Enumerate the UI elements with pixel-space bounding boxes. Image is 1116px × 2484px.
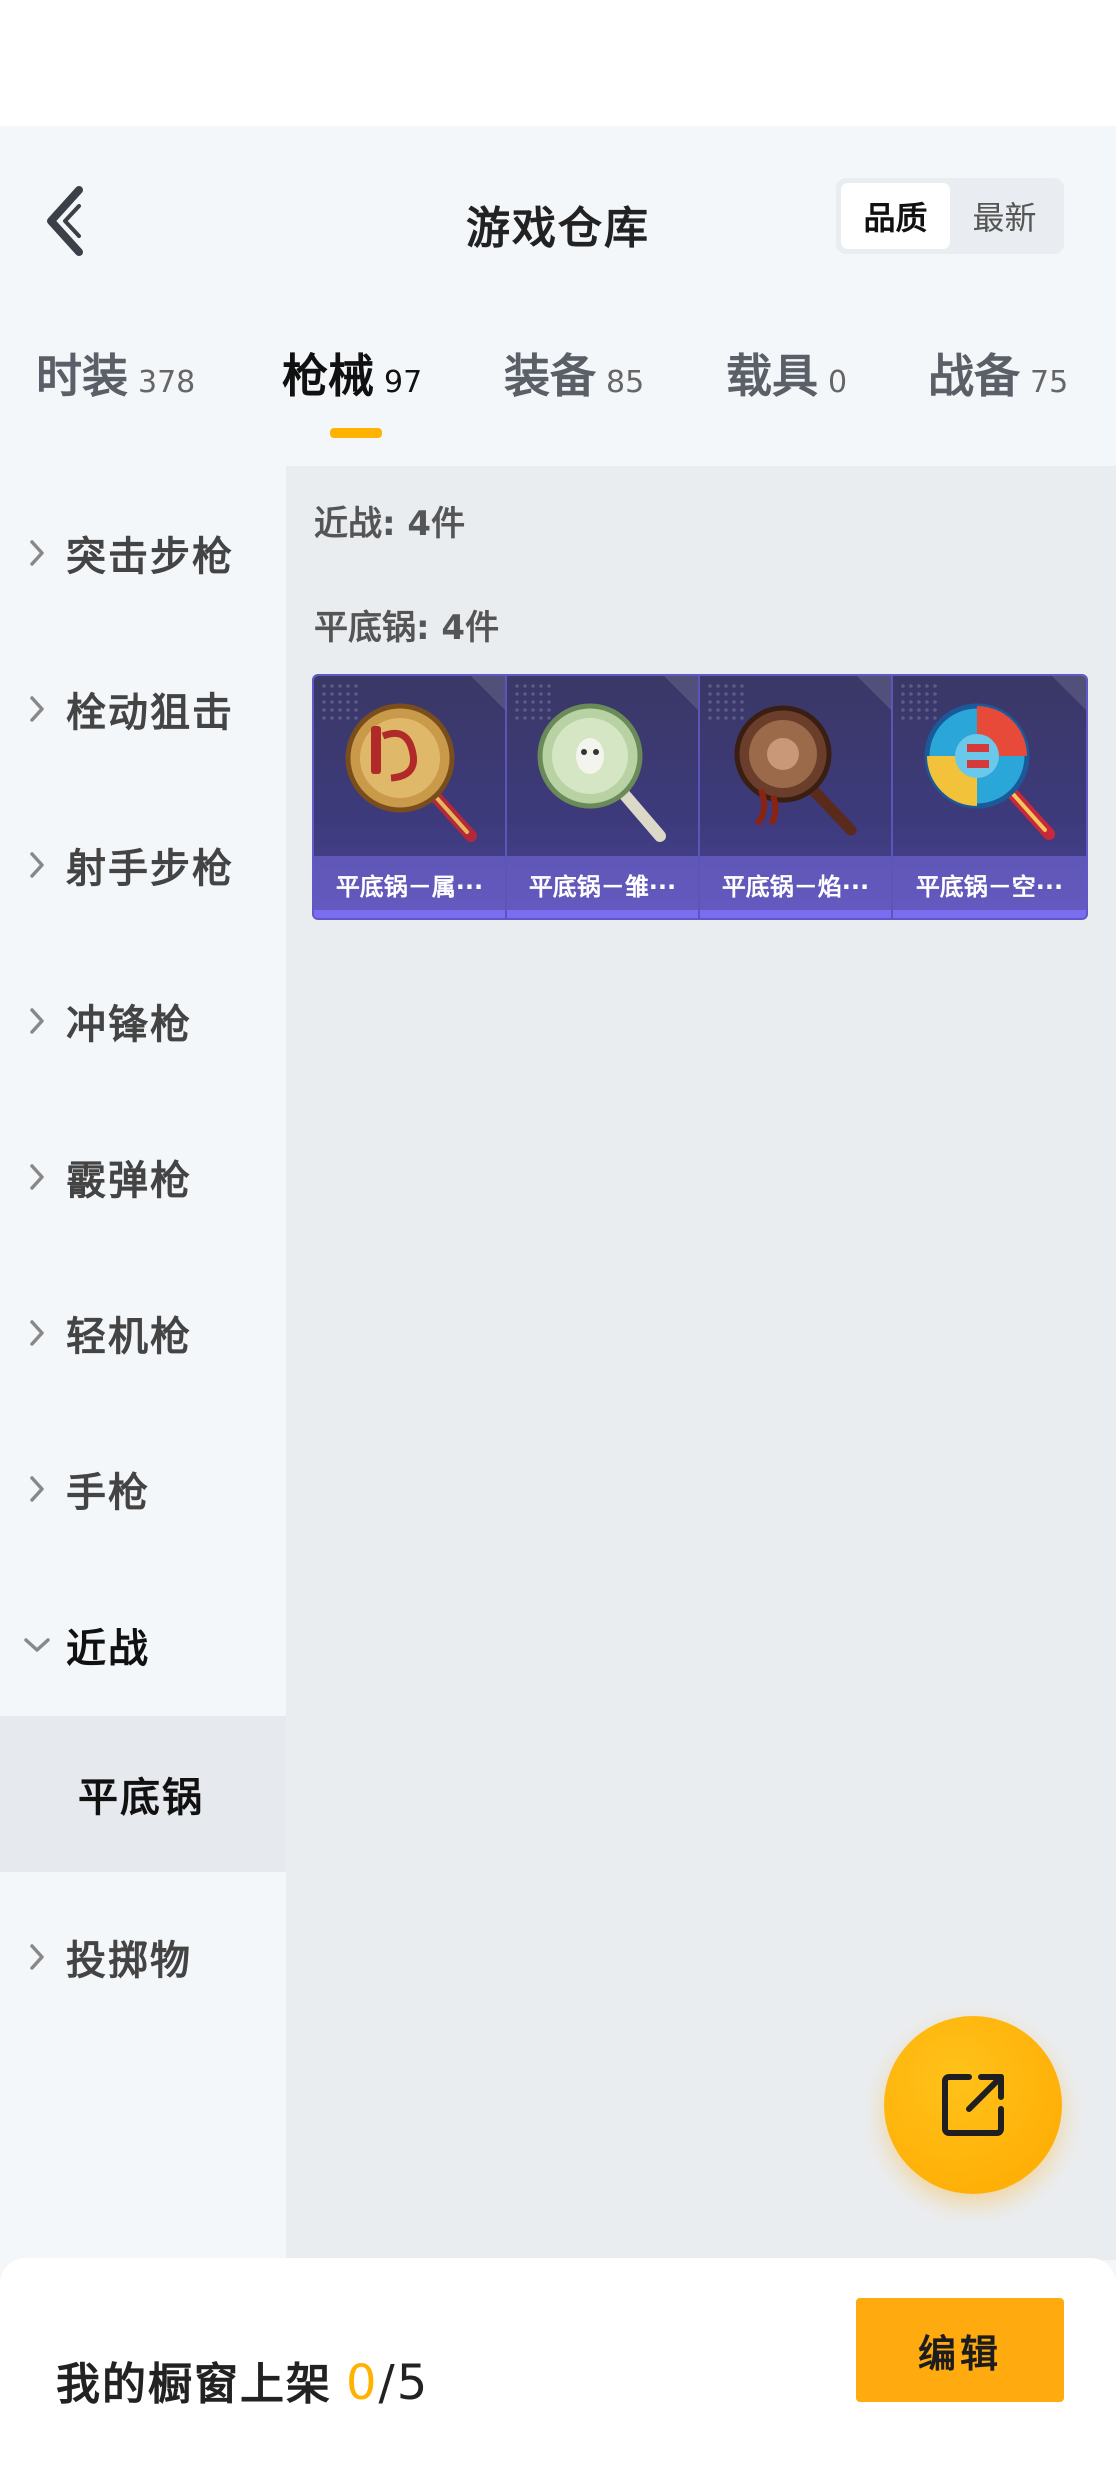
external-link-icon — [942, 2074, 1004, 2136]
pan-blue-icon — [893, 686, 1086, 856]
sidebar-item-assault-rifle[interactable]: 突击步枪 — [0, 478, 286, 628]
content-area: 近战: 4件 平底锅: 4件 平底锅－属··· 平底锅－雏··· 平底锅－焰··… — [286, 466, 1116, 2260]
sidebar-item-label: 近战 — [66, 1626, 150, 1672]
tab-count: 75 — [1030, 365, 1069, 400]
rarity-strip — [507, 910, 698, 918]
pan-green-icon — [507, 686, 698, 856]
showcase-total: 5 — [396, 2355, 430, 2411]
tab-label: 枪械 — [282, 349, 374, 403]
showcase-count: 0 — [346, 2355, 379, 2411]
sidebar-item-label: 轻机枪 — [66, 1314, 192, 1360]
sidebar-item-smg[interactable]: 冲锋枪 — [0, 946, 286, 1096]
sidebar-item-label: 栓动狙击 — [66, 690, 234, 736]
chevron-right-icon — [30, 696, 44, 722]
sidebar-item-label: 冲锋枪 — [66, 1002, 192, 1048]
sidebar-item-label: 霰弹枪 — [66, 1158, 192, 1204]
chevron-right-icon — [30, 1320, 44, 1346]
edit-button[interactable]: 编辑 — [856, 2298, 1064, 2402]
tab-firearms[interactable]: 枪械 97 — [282, 340, 422, 440]
chevron-down-icon — [24, 1638, 50, 1652]
tab-label: 战备 — [928, 349, 1020, 403]
sidebar-subitem-frying-pan[interactable]: 平底锅 — [0, 1716, 286, 1872]
sidebar-item-lmg[interactable]: 轻机枪 — [0, 1258, 286, 1408]
pan-flame-icon — [700, 686, 891, 856]
card-name-bar: 平底锅－焰··· — [700, 856, 891, 912]
item-card[interactable]: 平底锅－属··· — [314, 676, 507, 918]
tab-vehicles[interactable]: 载具 0 — [726, 340, 847, 440]
category-tabs: 时装 378 枪械 97 装备 85 载具 0 战备 75 — [0, 340, 1116, 450]
tab-supplies[interactable]: 战备 75 — [928, 340, 1068, 440]
sidebar-item-label: 突击步枪 — [66, 534, 234, 580]
tab-count: 85 — [606, 365, 645, 400]
item-card[interactable]: 平底锅－空··· — [893, 676, 1086, 918]
card-name-bar: 平底锅－雏··· — [507, 856, 698, 912]
tab-count: 0 — [828, 365, 848, 400]
tab-fashion[interactable]: 时装 378 — [36, 340, 195, 440]
tab-count: 97 — [384, 365, 423, 400]
sort-toggle: 品质 最新 — [836, 178, 1064, 254]
active-tab-indicator — [330, 428, 382, 438]
sidebar-item-shotgun[interactable]: 霰弹枪 — [0, 1102, 286, 1252]
tab-label: 时装 — [36, 349, 128, 403]
subcategory-summary: 平底锅: 4件 — [314, 608, 500, 648]
sort-newest-option[interactable]: 最新 — [950, 183, 1059, 249]
sort-quality-option[interactable]: 品质 — [841, 183, 950, 249]
sidebar-item-label: 手枪 — [66, 1470, 150, 1516]
item-name: 平底锅－属··· — [335, 872, 484, 901]
card-name-bar: 平底锅－空··· — [893, 856, 1086, 912]
item-card[interactable]: 平底锅－雏··· — [507, 676, 700, 918]
status-bar — [0, 0, 1116, 126]
tab-count: 378 — [138, 365, 196, 400]
sidebar-item-throwables[interactable]: 投掷物 — [0, 1882, 286, 2032]
chevron-right-icon — [30, 1476, 44, 1502]
sidebar-item-label: 投掷物 — [66, 1938, 192, 1984]
item-grid: 平底锅－属··· 平底锅－雏··· 平底锅－焰··· 平底锅－空··· — [312, 674, 1088, 920]
category-summary: 近战: 4件 — [314, 504, 466, 544]
tab-equipment[interactable]: 装备 85 — [504, 340, 644, 440]
sidebar-item-bolt-sniper[interactable]: 栓动狙击 — [0, 634, 286, 784]
sidebar-item-melee[interactable]: 近战 — [0, 1570, 286, 1720]
showcase-separator: / — [378, 2355, 397, 2411]
item-name: 平底锅－焰··· — [721, 872, 870, 901]
chevron-right-icon — [30, 540, 44, 566]
share-button[interactable] — [884, 2016, 1062, 2194]
item-name: 平底锅－空··· — [915, 872, 1064, 901]
sidebar-item-label: 射手步枪 — [66, 846, 234, 892]
sidebar-item-marksman-rifle[interactable]: 射手步枪 — [0, 790, 286, 940]
tab-label: 装备 — [504, 349, 596, 403]
chevron-right-icon — [30, 1944, 44, 1970]
rarity-strip — [893, 910, 1086, 918]
rarity-strip — [314, 910, 505, 918]
sidebar-item-pistol[interactable]: 手枪 — [0, 1414, 286, 1564]
item-name: 平底锅－雏··· — [528, 872, 677, 901]
bottom-bar: 我的橱窗上架 0 / 5 编辑 — [0, 2258, 1116, 2484]
chevron-right-icon — [30, 852, 44, 878]
pan-gold-icon — [314, 686, 505, 856]
chevron-right-icon — [30, 1008, 44, 1034]
item-card[interactable]: 平底锅－焰··· — [700, 676, 893, 918]
showcase-label: 我的橱窗上架 — [56, 2359, 332, 2410]
showcase-status: 我的橱窗上架 0 / 5 — [56, 2348, 429, 2412]
sidebar-subitem-label: 平底锅 — [78, 1775, 204, 1821]
sidebar: 突击步枪 栓动狙击 射手步枪 冲锋枪 霰弹枪 轻机枪 手枪 近战 平底锅 投掷物 — [0, 466, 286, 2260]
card-name-bar: 平底锅－属··· — [314, 856, 505, 912]
chevron-right-icon — [30, 1164, 44, 1190]
tab-label: 载具 — [726, 349, 818, 403]
rarity-strip — [700, 910, 891, 918]
header: 游戏仓库 品质 最新 — [0, 126, 1116, 306]
